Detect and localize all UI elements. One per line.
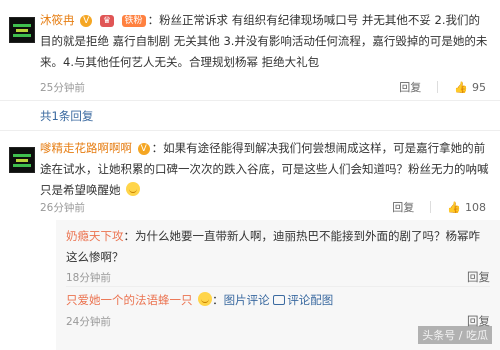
divider (437, 81, 439, 93)
watermark: 头条号 / 吃瓜 (418, 326, 492, 344)
thumbs-up-icon: 👍 (447, 200, 461, 214)
comment-time: 26分钟前 (40, 202, 85, 214)
comment-time: 25分钟前 (40, 82, 85, 94)
divider (0, 100, 500, 101)
comment-body: 嗲精走花路啊啊啊 V ：如果有途径能得到解决我们何尝想闹成这样，可是嘉行拿她的前途… (40, 141, 489, 197)
verified-icon: V (80, 15, 93, 27)
smile-emoji-icon (126, 182, 141, 196)
comment-image-link[interactable]: 评论配图 (287, 293, 333, 307)
fan-badge: 铁粉 (121, 15, 146, 27)
comment-actions: 回复 👍 108 (392, 199, 486, 215)
divider (66, 286, 490, 287)
like-button[interactable]: 👍 108 (447, 201, 486, 214)
reply-username[interactable]: 只爱她一个的法语蜂一只 (66, 293, 193, 307)
divider (430, 201, 432, 213)
comment-username[interactable]: 沐筱冉 (40, 13, 75, 27)
image-icon (273, 295, 286, 305)
reply-body: 只爱她一个的法语蜂一只 ：图片评论 评论配图 (66, 292, 334, 307)
emoji-icon (198, 292, 213, 306)
reply-time: 24分钟前 (66, 316, 111, 328)
reply-button[interactable]: 回复 (467, 269, 490, 285)
verified-icon: V (137, 143, 150, 155)
more-replies-link[interactable]: 共1条回复 (40, 108, 93, 124)
reply-text: 为什么她要一直带新人啊，迪丽热巴不能接到外面的剧了吗？杨幂咋这么惨啊？ (66, 229, 480, 264)
comment-actions: 回复 👍 95 (399, 79, 486, 95)
crown-icon: ♛ (99, 15, 114, 27)
reply-body: 奶瘾天下攻：为什么她要一直带新人啊，迪丽热巴不能接到外面的剧了吗？杨幂咋这么惨啊… (66, 229, 480, 264)
like-count: 108 (465, 200, 486, 214)
avatar[interactable] (9, 147, 35, 173)
pic-comment-link[interactable]: 图片评论 (224, 293, 270, 307)
comment-body: 沐筱冉 V ♛ 铁粉 ：粉丝正常诉求 有组织有纪律现场喊口号 并无其他不妥 2.我… (40, 13, 488, 69)
reply-username[interactable]: 奶瘾天下攻 (66, 229, 124, 243)
like-count: 95 (472, 80, 486, 94)
avatar[interactable] (9, 17, 35, 43)
reply-button[interactable]: 回复 (399, 79, 421, 95)
thumbs-up-icon: 👍 (454, 80, 468, 94)
divider (0, 130, 500, 131)
reply-button[interactable]: 回复 (392, 199, 414, 215)
like-button[interactable]: 👍 95 (454, 81, 486, 94)
reply-time: 18分钟前 (66, 272, 111, 284)
comment-username[interactable]: 嗲精走花路啊啊啊 (40, 141, 132, 155)
